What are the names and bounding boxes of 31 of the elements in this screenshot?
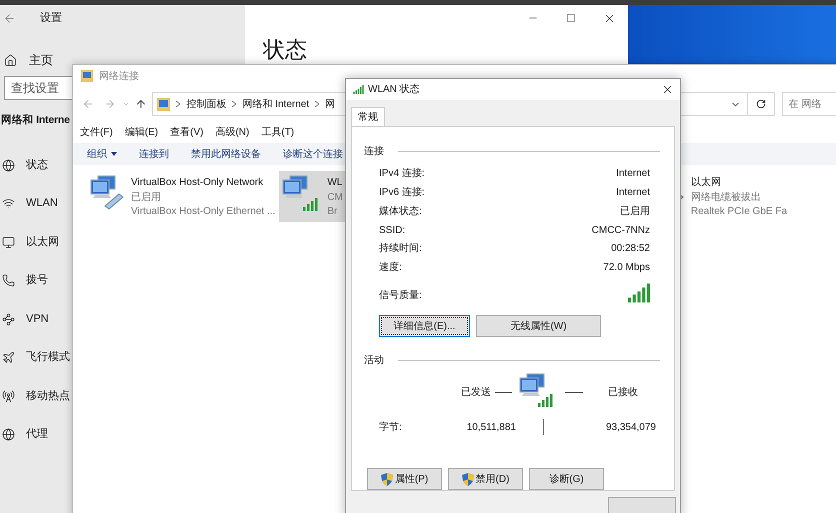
group-heading: 连接 bbox=[364, 144, 384, 160]
field-value: 72.0 Mbps bbox=[603, 261, 650, 276]
window-title: 设置 bbox=[40, 10, 62, 26]
group-heading: 活动 bbox=[364, 354, 384, 368]
adapter-device: Realtek PCIe GbE Fa bbox=[690, 205, 788, 219]
window-title: 网络连接 bbox=[99, 70, 139, 84]
field-label: 速度: bbox=[379, 260, 402, 276]
sent-label: 已发送 bbox=[461, 386, 491, 400]
field-label: IPv6 连接: bbox=[379, 186, 425, 200]
adapter-status: 网络电缆被拔出 bbox=[690, 190, 762, 204]
bytes-received: 93,354,079 bbox=[604, 420, 656, 434]
field-value: 00:28:52 bbox=[611, 242, 650, 256]
field-label: 媒体状态: bbox=[379, 204, 422, 219]
field-label: 持续时间: bbox=[379, 242, 422, 256]
received-label: 已接收 bbox=[608, 386, 638, 400]
dialog-title: WLAN 状态 bbox=[368, 82, 420, 98]
adapter-status: CM bbox=[327, 190, 343, 204]
field-label: 信号质量: bbox=[379, 288, 422, 303]
adapter-name: VirtualBox Host-Only Network bbox=[131, 176, 264, 190]
adapter-device: Br bbox=[327, 205, 338, 219]
adapter-name: WL bbox=[327, 176, 343, 190]
field-value: CMCC-7NNz bbox=[592, 224, 650, 238]
bytes-sent: 10,511,881 bbox=[466, 420, 516, 434]
field-label: IPv4 连接: bbox=[379, 166, 425, 182]
adapter-device: VirtualBox Host-Only Ethernet ... bbox=[131, 205, 276, 219]
page-heading: 状态 bbox=[263, 37, 308, 63]
section-title: 网络和 Interne bbox=[0, 113, 71, 128]
adapter-name: 以太网 bbox=[690, 176, 722, 190]
field-label: 字节: bbox=[378, 420, 403, 434]
adapter-status: 已启用 bbox=[131, 190, 162, 204]
field-label: SSID: bbox=[379, 224, 406, 238]
